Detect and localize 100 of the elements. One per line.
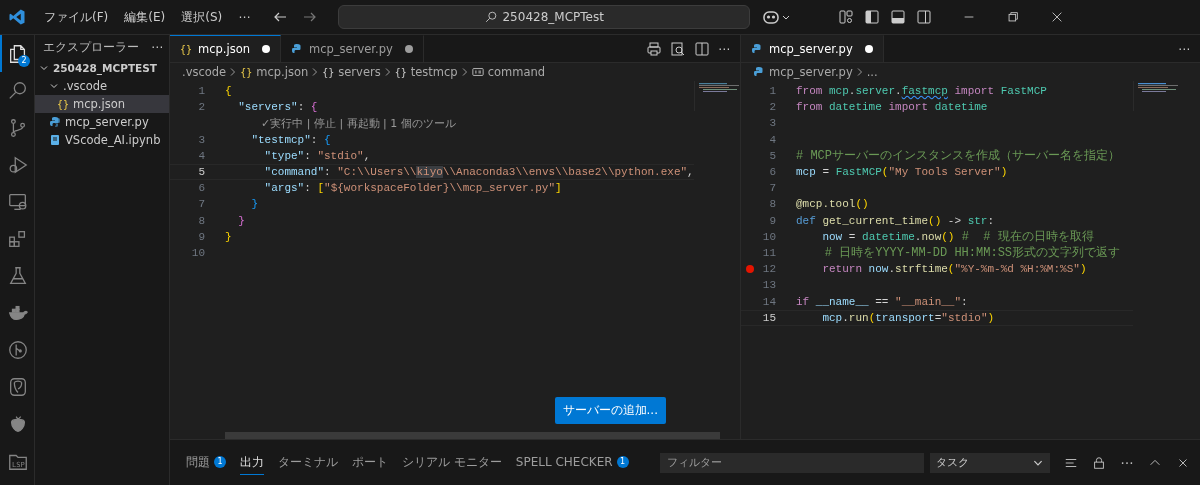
unsaved-dot-icon xyxy=(864,45,873,53)
branch-circle-icon[interactable] xyxy=(7,338,29,361)
string-icon xyxy=(471,66,484,78)
editor-tab[interactable]: {} mcp.json xyxy=(170,35,282,62)
panel-tab[interactable]: シリアル モニター xyxy=(402,450,502,475)
breadcrumb-item[interactable]: .vscode xyxy=(182,65,227,79)
codelens-actions[interactable]: ✓実行中 | 停止 | 再起動 | 1 個のツール xyxy=(225,115,456,131)
panel-toggle-icon[interactable] xyxy=(890,9,907,25)
search-icon xyxy=(484,10,499,24)
panel-tab[interactable]: ポート xyxy=(352,450,388,475)
code-line: now = datetime.now() # # 現在の日時を取得 xyxy=(821,229,1094,246)
braces-icon: {} xyxy=(240,66,253,78)
breadcrumb-item[interactable]: {} mcp.json xyxy=(240,65,309,79)
line-number: 3 xyxy=(769,117,776,130)
code-line: "command": "C:\\Users\\kiyo\\Anaconda3\\envs\\base2\\python.exe", xyxy=(263,166,694,179)
code-line: } xyxy=(250,198,258,211)
command-search-field[interactable]: 250428_MCPTest xyxy=(338,5,751,29)
lock-icon[interactable] xyxy=(1092,455,1106,470)
code-line: mcp = FastMCP("My Tools Server") xyxy=(796,166,1008,179)
explorer-title: エクスプローラー xyxy=(43,38,139,56)
line-number: 5 xyxy=(198,166,205,179)
line-number: 9 xyxy=(769,214,776,227)
editor-tab[interactable]: mcp_server.py xyxy=(741,35,884,62)
panel-tab[interactable]: SPELL CHECKER 1 xyxy=(515,452,629,473)
more-actions-button[interactable]: ⋯ xyxy=(718,41,730,56)
more-actions-button[interactable]: ⋯ xyxy=(151,40,163,54)
breakpoint-icon[interactable] xyxy=(746,265,754,274)
line-number: 11 xyxy=(762,246,776,259)
filter-field[interactable]: フィルター xyxy=(660,452,924,473)
code-line: from datetime import datetime xyxy=(796,101,988,114)
tree-item[interactable]: {} mcp.json xyxy=(35,95,169,113)
menu-item[interactable]: 選択(S) xyxy=(173,8,231,26)
horizontal-scrollbar[interactable] xyxy=(225,432,720,439)
notification-badge: 2 xyxy=(18,55,30,67)
code-line: return now.strftime("%Y-%m-%d %H:%M:%S") xyxy=(821,263,1087,276)
code-line: @mcp.tool() xyxy=(796,198,869,211)
line-number: 10 xyxy=(191,246,205,259)
breadcrumb-item[interactable]: {} testmcp xyxy=(394,65,458,79)
line-number: 4 xyxy=(769,133,776,146)
line-number: 3 xyxy=(198,133,205,146)
code-line: if __name__ == "__main__": xyxy=(796,295,968,308)
line-number: 6 xyxy=(198,182,205,195)
restore-icon[interactable] xyxy=(1006,10,1021,24)
line-number: 9 xyxy=(198,230,205,243)
tree-item[interactable]: .vscode xyxy=(35,77,169,95)
line-number: 2 xyxy=(198,101,205,114)
braces-icon: {} xyxy=(394,66,407,78)
panel-tab[interactable]: 出力 xyxy=(240,450,264,475)
line-number: 2 xyxy=(769,101,776,114)
code-line: } xyxy=(237,214,245,227)
breadcrumb-item[interactable]: mcp_server.py xyxy=(753,65,853,79)
preview-search-icon[interactable] xyxy=(670,40,686,57)
notebook-file-icon xyxy=(49,134,61,146)
code-line: "testmcp": { xyxy=(250,133,331,146)
code-line: { xyxy=(225,85,232,98)
tree-item[interactable]: VScode_AI.ipynb xyxy=(35,131,169,149)
breadcrumb-item[interactable]: {} servers xyxy=(322,65,381,79)
menu-item[interactable]: 編集(E) xyxy=(116,8,174,26)
sidebar-toggle-icon[interactable] xyxy=(864,9,881,25)
python-file-icon xyxy=(753,66,765,78)
tree-item[interactable]: mcp_server.py xyxy=(35,113,169,131)
split-editor-icon[interactable] xyxy=(694,40,710,57)
unsaved-dot-icon xyxy=(404,45,413,53)
python-file-icon xyxy=(291,43,304,55)
app-logo-icon xyxy=(8,8,26,26)
code-line: # MCPサーバーのインスタンスを作成（サーバー名を指定） xyxy=(796,148,1120,165)
editor-tab[interactable]: mcp_server.py xyxy=(281,35,424,62)
code-line: "servers": { xyxy=(237,101,318,114)
braces-icon: {} xyxy=(57,98,70,110)
line-number: 4 xyxy=(198,149,205,162)
more-actions-button[interactable]: ⋯ xyxy=(1178,41,1190,56)
chevron-icon xyxy=(311,67,320,77)
line-number: 15 xyxy=(762,311,776,324)
print-icon[interactable] xyxy=(646,40,662,57)
line-number: 6 xyxy=(769,166,776,179)
more-menu[interactable]: ⋯ xyxy=(230,10,259,24)
breadcrumb-item[interactable]: ... xyxy=(866,65,878,79)
line-number: 5 xyxy=(769,149,776,162)
python-file-icon xyxy=(751,43,763,55)
panel-tab[interactable]: 問題 1 xyxy=(186,450,226,475)
python-file-icon xyxy=(49,116,61,128)
code-line: # 日時をYYYY-MM-DD HH:MM:SS形式の文字列で返す xyxy=(823,245,1121,262)
tree-item[interactable]: 250428_MCPTEST xyxy=(35,59,169,77)
code-line: def get_current_time() -> str: xyxy=(796,214,995,227)
flask-icon[interactable] xyxy=(7,264,29,287)
breadcrumb-item[interactable]: command xyxy=(471,65,546,79)
menu-item[interactable]: ファイル(F) xyxy=(36,8,117,26)
braces-icon: {} xyxy=(322,66,335,78)
code-line: mcp.run(transport="stdio") xyxy=(821,311,995,324)
line-number: 8 xyxy=(769,198,776,211)
code-line: "args": ["${workspaceFolder}\\mcp_server.py"] xyxy=(263,182,562,195)
code-line: from mcp.server.fastmcp import FastMCP xyxy=(796,85,1047,98)
task-dropdown[interactable]: タスク xyxy=(930,452,1050,473)
add-server-button[interactable]: サーバーの追加... xyxy=(554,397,666,424)
layout-icon[interactable] xyxy=(838,9,855,25)
secondary-sidebar-icon[interactable] xyxy=(916,9,933,25)
braces-icon: {} xyxy=(180,43,193,55)
panel-tab[interactable]: ターミナル xyxy=(278,450,338,475)
chevron-icon xyxy=(855,67,864,77)
chevron-icon xyxy=(383,67,392,77)
